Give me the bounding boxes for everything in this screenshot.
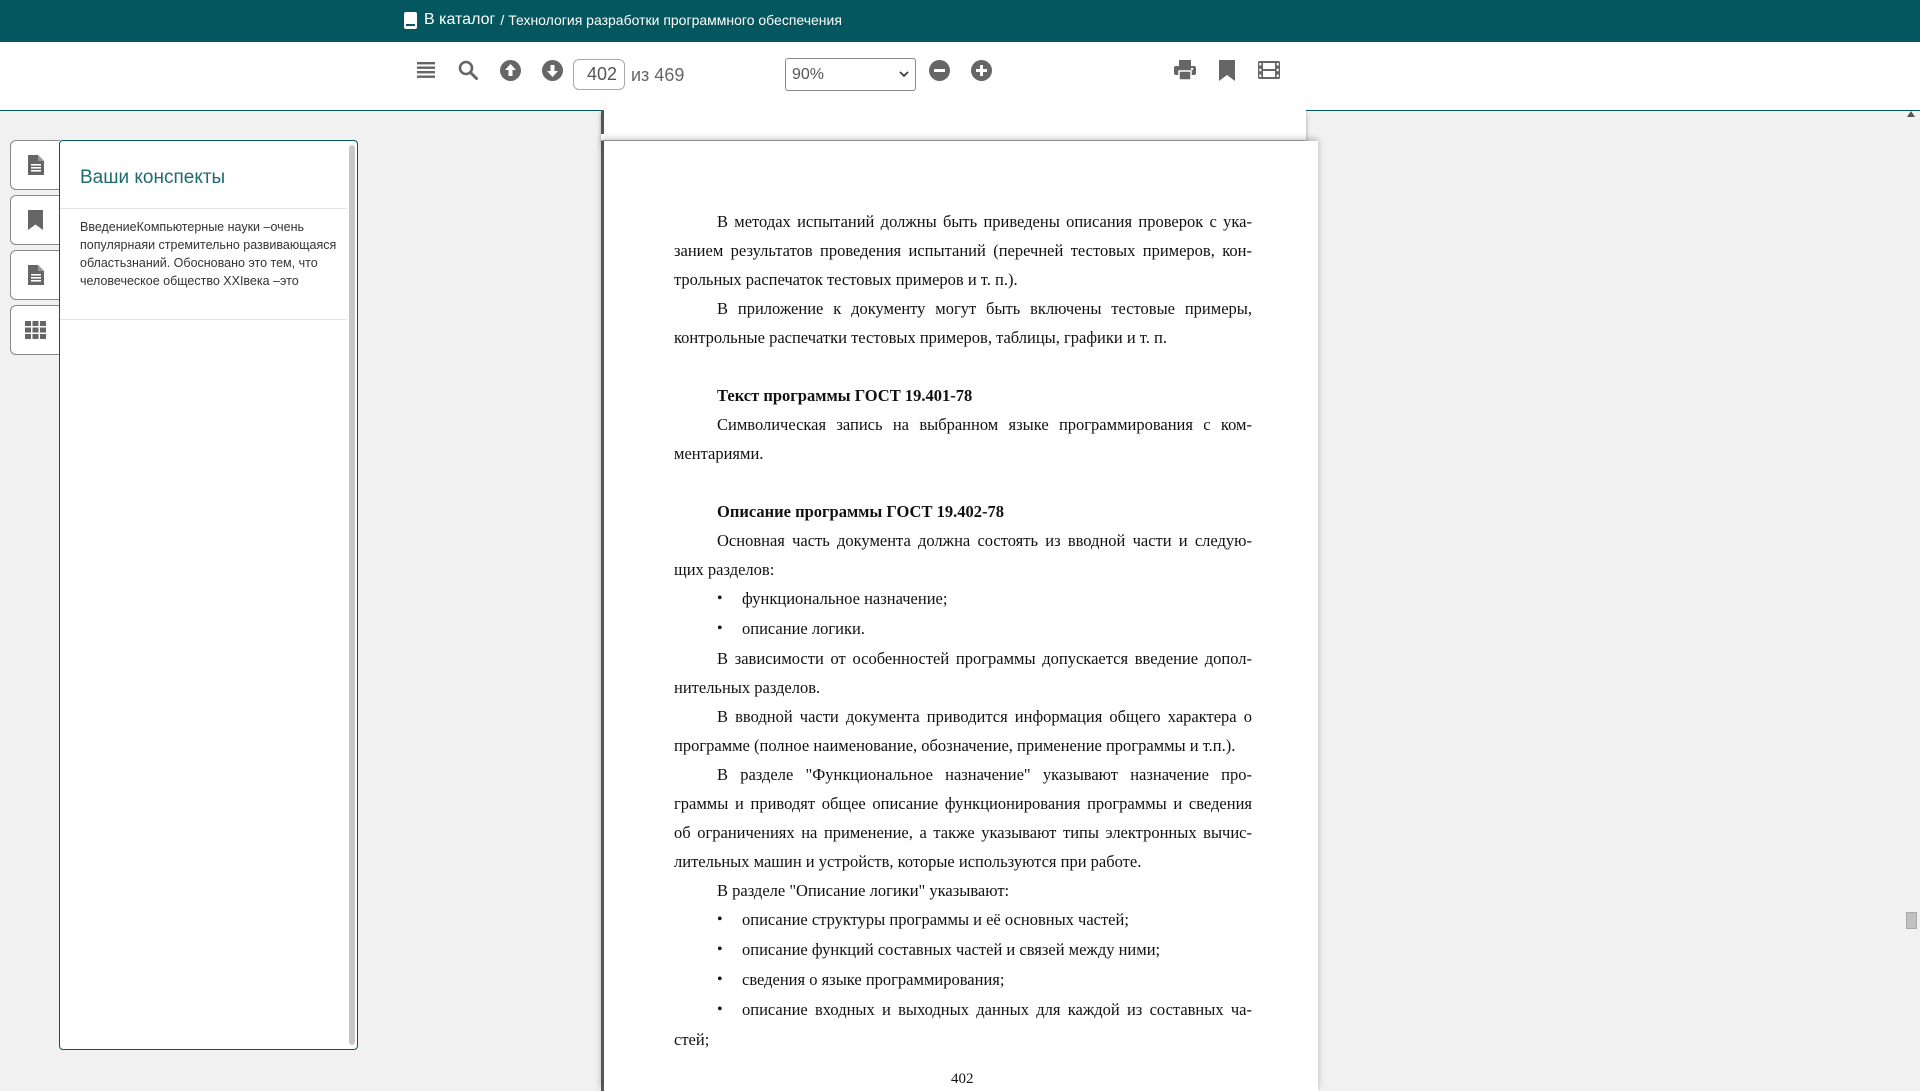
notes-panel: Ваши конспекты ВведениеКомпьютерные наук… (59, 140, 358, 1050)
breadcrumb: В каталог / Технология разработки програ… (404, 11, 842, 29)
bullet-list: функциональное назначение; описание логи… (674, 584, 1252, 644)
toc-icon[interactable] (412, 56, 440, 84)
notes-document-icon (27, 265, 44, 285)
previous-page-edge (601, 110, 1306, 140)
bullet-list: описание структуры программы и её основн… (674, 905, 1252, 1055)
document-icon (27, 155, 44, 175)
section-heading: Текст программы ГОСТ 19.401-78 (717, 386, 973, 405)
grid-icon (25, 321, 46, 339)
document-page: В методах испытаний должны быть приведен… (601, 141, 1318, 1091)
page-total-label: из 469 (631, 65, 685, 85)
viewer-toolbar: из 469 90% (0, 42, 1920, 111)
arrow-down-circle-icon[interactable] (538, 56, 566, 84)
list-item: сведения о языке программирования; (674, 965, 1252, 995)
paragraph: В вводной части документа приводится инф… (674, 707, 1252, 755)
section-heading: Описание программы ГОСТ 19.402-78 (717, 502, 1004, 521)
paragraph: Символическая запись на выбранном языке … (674, 415, 1252, 463)
book-title: Технология разработки программного обесп… (508, 12, 842, 28)
notes-title: Ваши конспекты (80, 167, 226, 188)
tab-contents[interactable] (10, 140, 60, 190)
paragraph: В зависимости от особенностей программы … (674, 649, 1252, 697)
tab-thumbnails[interactable] (10, 305, 60, 355)
notes-scrollbar[interactable] (349, 145, 355, 1045)
zoom-in-icon[interactable] (967, 56, 995, 84)
previous-page-border (601, 110, 604, 134)
list-item: описание структуры программы и её основн… (674, 905, 1252, 935)
paragraph: В приложение к документу могут быть вклю… (674, 299, 1252, 347)
page-number-input[interactable] (573, 59, 625, 90)
list-item: функциональное назначение; (674, 584, 1252, 614)
zoom-value: 90% (792, 65, 825, 83)
list-item: описание логики. (674, 614, 1252, 644)
paragraph: В разделе "Описание логики" указывают: (717, 881, 1010, 900)
paragraph: В методах испытаний должны быть приведен… (674, 212, 1252, 289)
page-scrollbar-thumb[interactable] (1906, 912, 1917, 929)
breadcrumb-separator: / (500, 12, 505, 28)
top-header: В каталог / Технология разработки програ… (0, 0, 1920, 42)
list-item: описание функций составных частей и связ… (674, 935, 1252, 965)
paragraph: В разделе "Функциональное назначение" ук… (674, 765, 1252, 871)
bookmark-icon (28, 210, 43, 230)
zoom-out-icon[interactable] (925, 56, 953, 84)
page-content: В методах испытаний должны быть приведен… (674, 207, 1252, 1055)
paragraph: Основная часть документа должна состоять… (674, 531, 1252, 579)
book-icon (404, 11, 417, 29)
tab-notes[interactable] (10, 250, 60, 300)
scroll-up-arrow-icon[interactable] (1906, 110, 1916, 118)
notes-divider (60, 208, 347, 209)
filmstrip-icon[interactable] (1255, 56, 1283, 84)
zoom-select[interactable]: 90% (785, 58, 916, 91)
bookmark-icon[interactable] (1213, 56, 1241, 84)
catalog-link[interactable]: В каталог (424, 11, 495, 29)
notes-divider (60, 319, 347, 320)
chevron-down-icon (899, 71, 909, 78)
print-icon[interactable] (1171, 56, 1199, 84)
note-item[interactable]: ВведениеКомпьютерные науки –очень популя… (80, 218, 340, 290)
list-item: описание входных и выходных данных для к… (674, 995, 1252, 1055)
tab-bookmarks[interactable] (10, 195, 60, 245)
search-icon[interactable] (454, 56, 482, 84)
arrow-up-circle-icon[interactable] (496, 56, 524, 84)
